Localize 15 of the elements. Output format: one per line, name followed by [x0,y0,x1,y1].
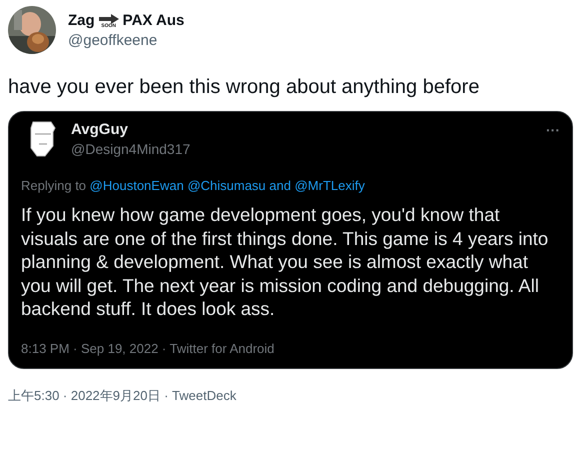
tweet-timestamp: 上午5:30 · 2022年9月20日 · TweetDeck [8,386,238,404]
quoted-author-handle: @Design4Mind317 [71,141,190,157]
author-name: PAX Aus [122,12,184,28]
quoted-tweet-timestamp: 8:13 PM · Sep 19, 2022 · Twitter for Android [21,340,276,356]
replying-to-text: Replying to @HoustonEwan @Chisumasu and @MrTLexify [21,178,366,193]
author-name: Zag [68,12,95,28]
author-handle: @geoffkeene [68,32,158,48]
quoted-tweet-card[interactable] [8,111,573,368]
quoted-tweet-text: If you knew how game development goes, you'd know that visuals are one of the first things done. This game is 4 years into planning & development. What you see is almost exactly what you will get. The next year is mission coding and debugging. All backend stuff. It does look ass. [21,203,550,320]
quoted-author-name: AvgGuy [71,121,129,138]
tweet-text: have you ever been this wrong about anything before [8,76,480,99]
mention-link[interactable]: @HoustonEwan [90,178,184,193]
mention-link[interactable]: @MrTLexify [294,178,365,193]
mention-link[interactable]: @Chisumasu [187,178,266,193]
more-menu[interactable]: ··· [546,122,560,138]
